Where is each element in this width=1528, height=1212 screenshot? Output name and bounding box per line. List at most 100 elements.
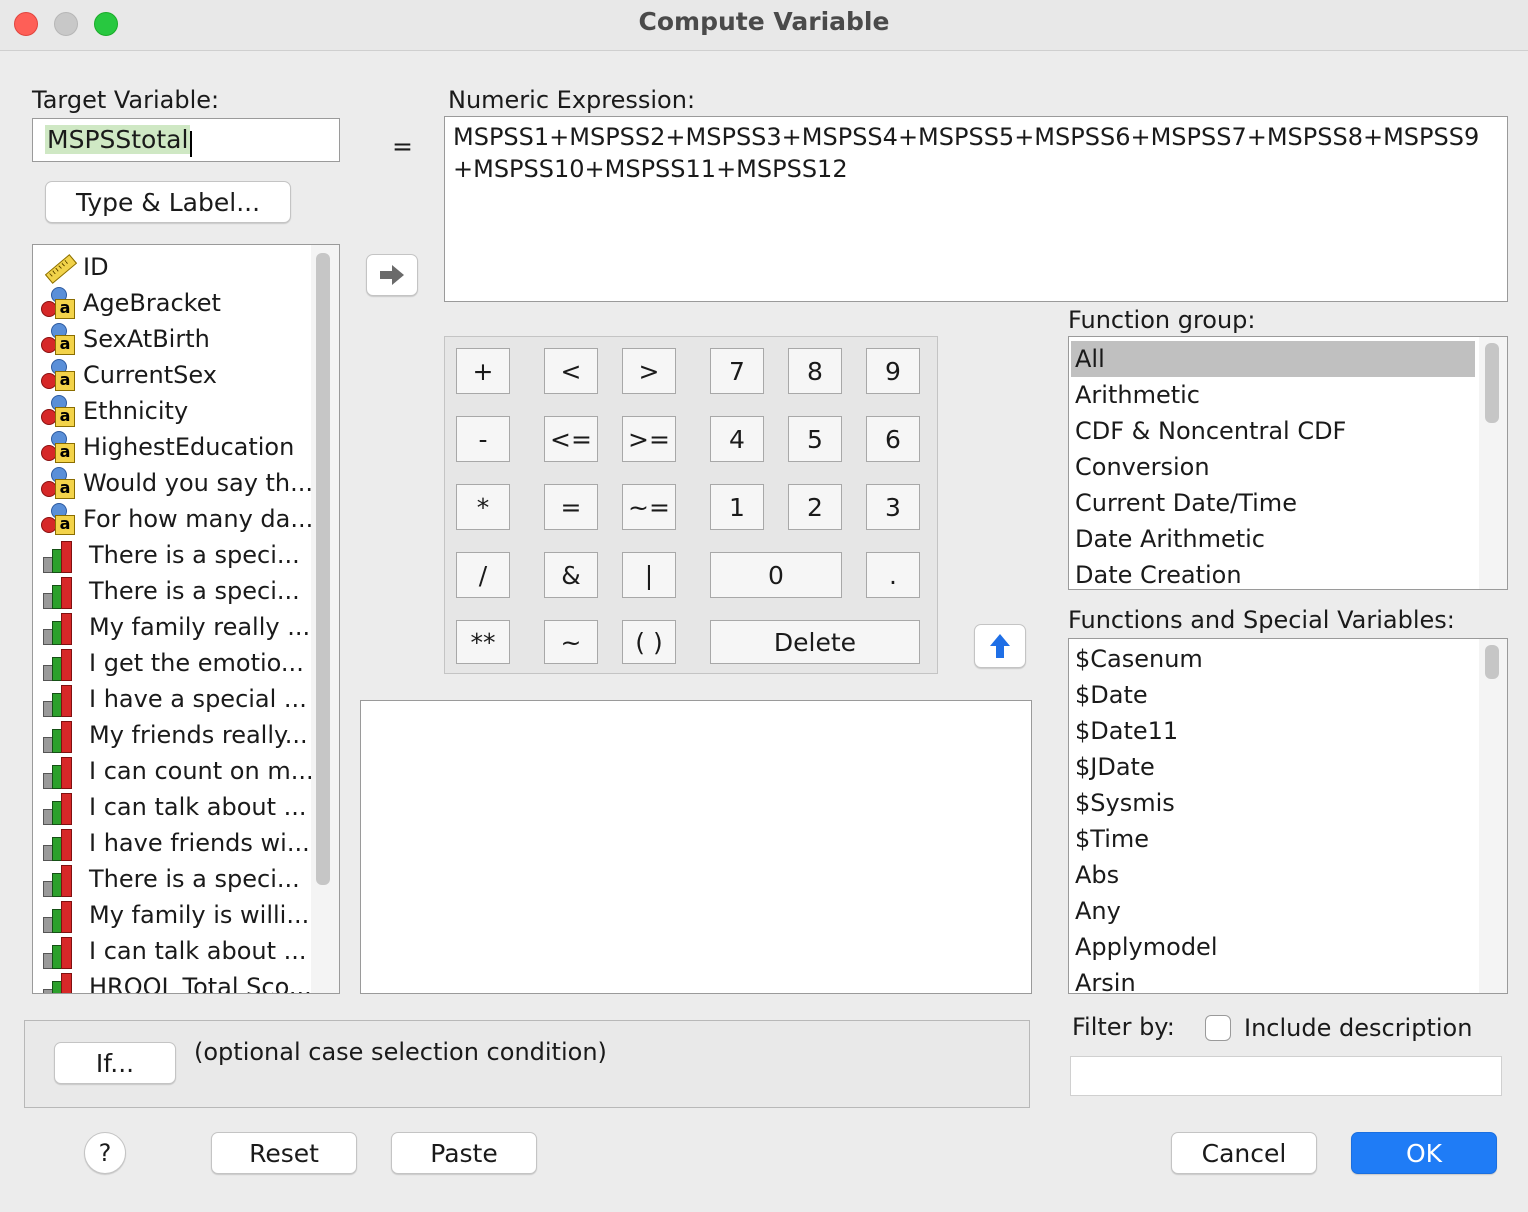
function-item[interactable]: $JDate: [1075, 749, 1475, 785]
cancel-button[interactable]: Cancel: [1171, 1132, 1317, 1174]
variable-item[interactable]: My family is willi...: [41, 897, 316, 933]
key-7[interactable]: 7: [710, 348, 764, 394]
type-label-button[interactable]: Type & Label...: [45, 181, 291, 223]
key-or[interactable]: |: [622, 552, 676, 598]
variable-list[interactable]: ID a AgeBracket a SexAtBirth a CurrentSex a Ethn…: [32, 244, 340, 994]
function-group-item[interactable]: Date Arithmetic: [1071, 521, 1475, 557]
function-group-scroll-thumb[interactable]: [1485, 343, 1499, 423]
variable-item[interactable]: My friends really...: [41, 717, 316, 753]
variable-item[interactable]: My family really ...: [41, 609, 316, 645]
numeric-expression-input[interactable]: MSPSS1+MSPSS2+MSPSS3+MSPSS4+MSPSS5+MSPSS…: [444, 116, 1508, 302]
variable-item[interactable]: There is a speci...: [41, 573, 316, 609]
variable-item[interactable]: a CurrentSex: [41, 357, 316, 393]
key-equals[interactable]: =: [544, 484, 598, 530]
variable-item[interactable]: There is a speci...: [41, 861, 316, 897]
function-item[interactable]: $Time: [1075, 821, 1475, 857]
functions-scroll-thumb[interactable]: [1485, 645, 1499, 679]
function-group-item[interactable]: Conversion: [1071, 449, 1475, 485]
if-button[interactable]: If...: [54, 1042, 176, 1084]
key-3[interactable]: 3: [866, 484, 920, 530]
variable-item[interactable]: a HighestEducation: [41, 429, 316, 465]
insert-function-button[interactable]: [974, 624, 1026, 668]
help-button[interactable]: ?: [84, 1132, 126, 1174]
variable-item[interactable]: a For how many da...: [41, 501, 316, 537]
variable-item-label: There is a speci...: [89, 865, 300, 893]
variable-item[interactable]: I can talk about ...: [41, 933, 316, 969]
paste-button[interactable]: Paste: [391, 1132, 537, 1174]
function-group-item[interactable]: Arithmetic: [1071, 377, 1475, 413]
key-delete[interactable]: Delete: [710, 620, 920, 664]
variable-list-scrollbar[interactable]: [311, 245, 339, 993]
key-6[interactable]: 6: [866, 416, 920, 462]
key-9[interactable]: 9: [866, 348, 920, 394]
function-item[interactable]: $Casenum: [1075, 641, 1475, 677]
key-5[interactable]: 5: [788, 416, 842, 462]
function-group-item[interactable]: All: [1071, 341, 1475, 377]
nominal-icon: a: [41, 431, 75, 463]
key-plus[interactable]: +: [456, 348, 510, 394]
key-minus[interactable]: -: [456, 416, 510, 462]
reset-button[interactable]: Reset: [211, 1132, 357, 1174]
variable-item[interactable]: I have friends wi...: [41, 825, 316, 861]
key-1[interactable]: 1: [710, 484, 764, 530]
variable-item[interactable]: I have a special ...: [41, 681, 316, 717]
variable-item[interactable]: I get the emotio...: [41, 645, 316, 681]
key-2[interactable]: 2: [788, 484, 842, 530]
variable-item[interactable]: There is a speci...: [41, 537, 316, 573]
include-description-checkbox[interactable]: [1205, 1015, 1231, 1041]
functions-list[interactable]: $Casenum $Date $Date11 $JDate $Sysmis $Time Ab…: [1068, 638, 1508, 994]
function-item[interactable]: Abs: [1075, 857, 1475, 893]
variable-item[interactable]: a AgeBracket: [41, 285, 316, 321]
variable-item[interactable]: ID: [41, 249, 316, 285]
variable-item[interactable]: I can talk about ...: [41, 789, 316, 825]
function-item[interactable]: $Date11: [1075, 713, 1475, 749]
variable-item-label: I can talk about ...: [89, 793, 307, 821]
functions-label: Functions and Special Variables:: [1068, 606, 1455, 634]
key-parentheses[interactable]: ( ): [622, 620, 676, 664]
function-item[interactable]: Any: [1075, 893, 1475, 929]
filter-input[interactable]: [1070, 1056, 1502, 1096]
key-greater-equal[interactable]: >=: [622, 416, 676, 462]
ordinal-icon: [41, 791, 75, 825]
function-group-scrollbar[interactable]: [1479, 337, 1507, 589]
variable-list-scroll-thumb[interactable]: [316, 253, 330, 885]
function-item[interactable]: Arsin: [1075, 965, 1475, 993]
function-group-item[interactable]: Date Creation: [1071, 557, 1475, 589]
key-8[interactable]: 8: [788, 348, 842, 394]
key-4[interactable]: 4: [710, 416, 764, 462]
key-divide[interactable]: /: [456, 552, 510, 598]
key-not-equal[interactable]: ~=: [622, 484, 676, 530]
key-less-than[interactable]: <: [544, 348, 598, 394]
function-group-list[interactable]: All Arithmetic CDF & Noncentral CDF Convers…: [1068, 336, 1508, 590]
ok-button[interactable]: OK: [1351, 1132, 1497, 1174]
key-decimal[interactable]: .: [866, 552, 920, 598]
include-description-label: Include description: [1244, 1014, 1473, 1042]
function-description-area: [360, 700, 1032, 994]
key-not[interactable]: ~: [544, 620, 598, 664]
variable-item-label: Ethnicity: [83, 397, 189, 425]
ordinal-icon: [41, 863, 75, 897]
variable-item-label: AgeBracket: [83, 289, 221, 317]
variable-item[interactable]: a Would you say th...: [41, 465, 316, 501]
variable-item[interactable]: a SexAtBirth: [41, 321, 316, 357]
target-variable-value: MSPSStotal: [45, 125, 191, 154]
function-item[interactable]: $Date: [1075, 677, 1475, 713]
variable-item[interactable]: I can count on m...: [41, 753, 316, 789]
nominal-icon: a: [41, 287, 75, 319]
function-item[interactable]: Applymodel: [1075, 929, 1475, 965]
function-group-item[interactable]: CDF & Noncentral CDF: [1071, 413, 1475, 449]
key-0[interactable]: 0: [710, 552, 842, 598]
variable-item[interactable]: HRQOL Total Sco...: [41, 969, 316, 993]
key-and[interactable]: &: [544, 552, 598, 598]
function-group-item[interactable]: Current Date/Time: [1071, 485, 1475, 521]
key-greater-than[interactable]: >: [622, 348, 676, 394]
key-multiply[interactable]: *: [456, 484, 510, 530]
move-to-expression-button[interactable]: [366, 254, 418, 296]
key-power[interactable]: **: [456, 620, 510, 664]
target-variable-input[interactable]: MSPSStotal: [32, 118, 340, 162]
functions-scrollbar[interactable]: [1479, 639, 1507, 993]
nominal-icon: a: [41, 395, 75, 427]
variable-item[interactable]: a Ethnicity: [41, 393, 316, 429]
key-less-equal[interactable]: <=: [544, 416, 598, 462]
function-item[interactable]: $Sysmis: [1075, 785, 1475, 821]
